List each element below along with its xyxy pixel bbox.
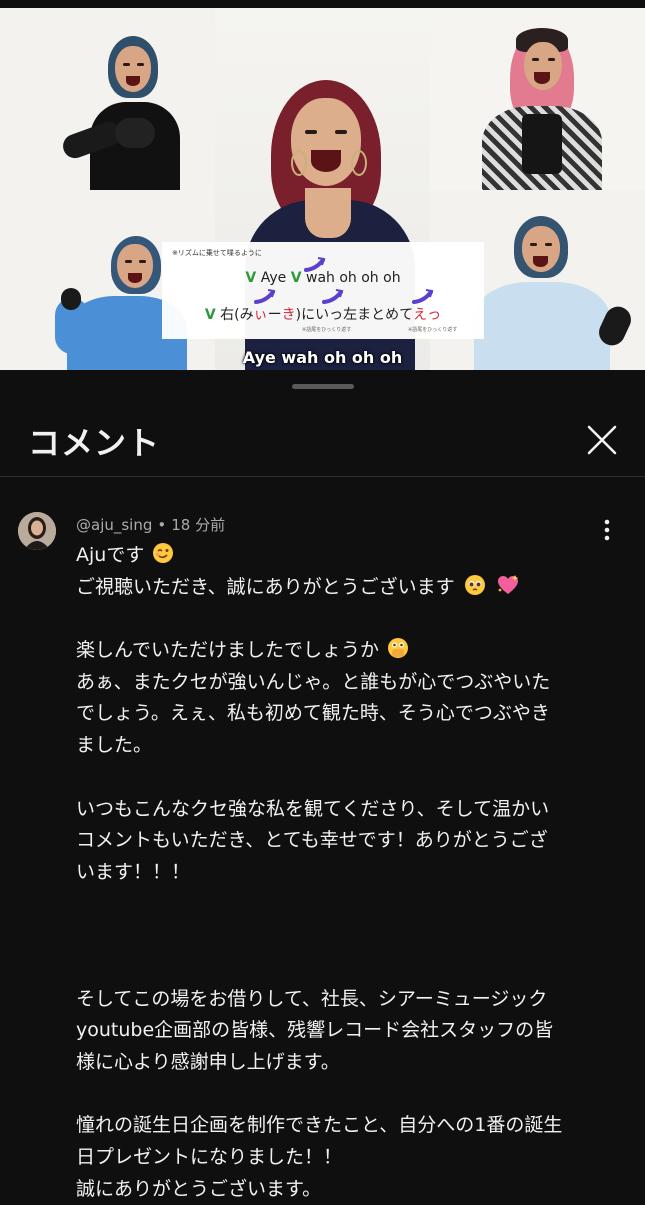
performer-figure <box>470 216 645 370</box>
comment-line: あぁ、またクセが強いんじゃ。と誰もが心でつぶやいた <box>76 670 551 693</box>
meta-separator: • <box>157 516 167 534</box>
comments-panel: コメント @aju_sing • 18 分前 Ajuです ご視聴いただき、誠にあ… <box>0 372 645 1200</box>
pitch-mark: V <box>204 307 216 323</box>
tiny-note: ※語尾をひっくり返す <box>302 327 352 333</box>
video-caption: Aye wah oh oh oh <box>242 348 403 367</box>
pitch-mark: V <box>245 270 257 286</box>
comment-line: そしてこの場をお借りして、社長、シアーミュージック <box>76 987 548 1010</box>
close-button[interactable] <box>582 420 622 460</box>
close-icon <box>587 425 617 455</box>
face-with-open-eyes-and-hand-over-mouth-emoji <box>388 638 409 659</box>
comment-time: 18 分前 <box>171 516 226 534</box>
pitch-arrow-icon <box>322 289 344 304</box>
pleading-face-emoji <box>464 574 485 595</box>
comment-line: youtube企画部の皆様、残響レコード会社スタッフの皆 <box>76 1019 554 1042</box>
video-player[interactable]: ※リズムに乗せて喋るように V Aye V wah oh oh oh V 右(み… <box>0 0 645 372</box>
comment-line: ご視聴いただき、誠にありがとうございます <box>76 572 616 604</box>
lyric-text: 右(み <box>220 307 254 323</box>
comment-line: 楽しんでいただけましたでしょうか <box>76 635 616 667</box>
lyric-text: ー <box>267 307 282 323</box>
comment-text: Ajuです <box>76 544 145 566</box>
comment-line: 日プレゼントになりました！！ <box>76 1146 343 1169</box>
sparkling-heart-emoji <box>497 574 518 594</box>
comment-line: でしょう。えぇ、私も初めて観た時、そう心でつぶやき <box>76 702 550 725</box>
comment-line: Ajuです <box>76 540 616 572</box>
rhythm-note: ※リズムに乗せて喋るように <box>172 249 262 257</box>
comment-line: ました。 <box>76 734 153 757</box>
lyric-emphasis: ぃ <box>253 307 268 323</box>
comment-line: 誠にありがとうございます。 <box>76 1177 322 1200</box>
lyrics-line-2: V 右(みぃーき)にいっ左まとめてえっ <box>162 304 484 324</box>
panel-title: コメント <box>28 424 161 462</box>
performer-figure <box>470 28 620 190</box>
comment-meta: @aju_sing • 18 分前 <box>76 514 225 535</box>
drag-handle[interactable] <box>292 384 354 389</box>
comment-body: Ajuです ご視聴いただき、誠にありがとうございます 楽しんでいただけましたでし… <box>76 540 616 1205</box>
lyric-text: wah oh oh oh <box>306 270 401 286</box>
avatar[interactable] <box>18 512 56 550</box>
lyrics-overlay: ※リズムに乗せて喋るように V Aye V wah oh oh oh V 右(み… <box>162 242 484 339</box>
video-frame[interactable]: ※リズムに乗せて喋るように V Aye V wah oh oh oh V 右(み… <box>0 8 645 370</box>
comment-line: います！！！ <box>76 860 191 883</box>
lyric-emphasis: き <box>281 307 296 323</box>
comment-line: いつもこんなクセ強な私を観てくださり、そして温かい <box>76 797 550 820</box>
pitch-arrow-icon <box>412 289 434 304</box>
comment-line: 憧れの誕生日企画を制作できたこと、自分への1番の誕生 <box>76 1114 563 1137</box>
comment-line: 様に心より感謝申し上げます。 <box>76 1051 340 1074</box>
comment-text: ご視聴いただき、誠にありがとうございます <box>76 575 455 598</box>
lyric-text: )にいっ左まとめて <box>295 307 414 323</box>
tiny-note: ※語尾をひっくり返す <box>408 327 458 333</box>
comment-text: 楽しんでいただけましたでしょうか <box>76 639 380 662</box>
pitch-mark: V <box>290 270 302 286</box>
performer-figure <box>59 36 200 190</box>
lyric-emphasis: えっ <box>413 307 442 323</box>
winking-face-emoji <box>153 543 174 563</box>
pitch-arrow-icon <box>254 289 276 304</box>
comment-line: コメントもいただき、とても幸せです！ありがとうござ <box>76 829 548 852</box>
divider <box>0 476 645 477</box>
comment-author[interactable]: @aju_sing <box>76 516 152 534</box>
lyric-text: Aye <box>260 270 287 286</box>
lyrics-line-1: V Aye V wah oh oh oh <box>162 270 484 286</box>
video-tile-top-left <box>0 8 215 190</box>
video-tile-top-right <box>430 8 645 190</box>
